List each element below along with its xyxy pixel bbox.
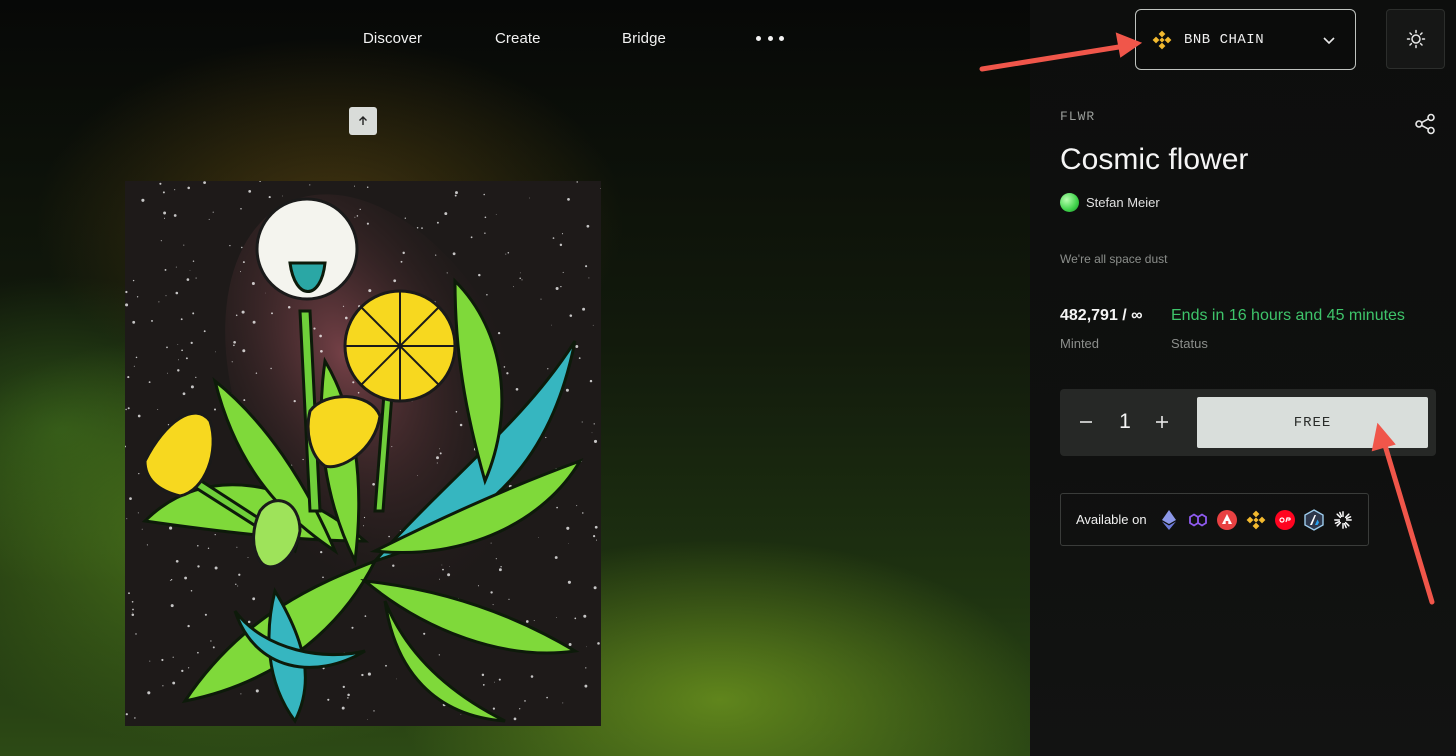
available-networks: Available on [1060, 493, 1369, 546]
mint-free-button[interactable]: FREE [1197, 397, 1428, 448]
decrement-button[interactable] [1073, 409, 1099, 435]
collection-description: We're all space dust [1060, 252, 1168, 266]
ethereum-icon[interactable] [1159, 509, 1179, 530]
sun-icon [1406, 29, 1425, 49]
avatar [1060, 193, 1079, 212]
minted-count: 482,791 / ∞ [1060, 307, 1143, 324]
chain-selector[interactable]: BNB CHAIN [1135, 9, 1356, 70]
share-icon[interactable] [1414, 113, 1436, 135]
more-horizontal-icon[interactable] [756, 28, 784, 48]
creator-name: Stefan Meier [1086, 195, 1160, 210]
artwork-image [125, 181, 601, 726]
collection-symbol: FLWR [1060, 109, 1096, 124]
chevron-down-icon [1323, 37, 1335, 45]
theme-toggle-button[interactable] [1386, 9, 1445, 69]
nav-discover[interactable]: Discover [363, 30, 422, 47]
arrow-up-icon [359, 116, 367, 125]
mint-controls: 1 FREE [1060, 389, 1436, 456]
plus-icon [1156, 416, 1168, 428]
nav-bridge[interactable]: Bridge [622, 30, 666, 47]
chain-selector-label: BNB CHAIN [1184, 31, 1265, 48]
collection-title: Cosmic flower [1060, 143, 1249, 176]
status-value: Ends in 16 hours and 45 minutes [1171, 307, 1405, 324]
bnb-icon[interactable] [1246, 510, 1266, 530]
polygon-icon[interactable] [1188, 510, 1208, 530]
arbitrum-icon[interactable] [1303, 508, 1324, 531]
bnb-icon [1152, 30, 1172, 49]
quantity-value[interactable]: 1 [1116, 410, 1134, 434]
zora-icon[interactable] [1333, 509, 1353, 530]
scroll-up-button[interactable] [349, 107, 377, 135]
creator-link[interactable]: Stefan Meier [1060, 193, 1160, 212]
nav-create[interactable]: Create [495, 30, 541, 47]
available-label: Available on [1076, 512, 1147, 527]
status-label: Status [1171, 336, 1208, 351]
optimism-icon[interactable] [1274, 509, 1295, 530]
avalanche-icon[interactable] [1216, 509, 1237, 530]
minted-label: Minted [1060, 336, 1100, 351]
increment-button[interactable] [1149, 409, 1175, 435]
minus-icon [1080, 421, 1092, 423]
